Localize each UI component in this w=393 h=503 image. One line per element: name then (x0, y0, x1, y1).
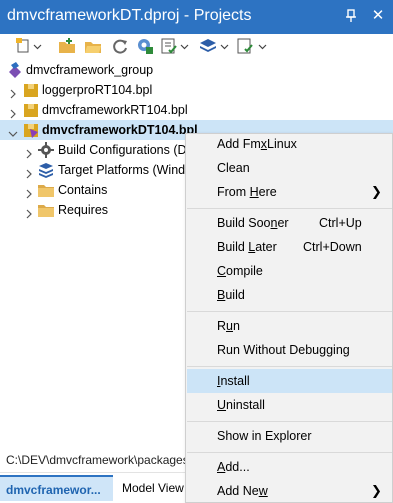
gear-icon (38, 142, 54, 158)
menu-separator (187, 208, 392, 209)
tree-item-package[interactable]: dmvcframeworkRT104.bpl (0, 100, 393, 120)
menu-item-label: Add New (217, 484, 268, 498)
checklist-icon[interactable] (160, 37, 178, 55)
submenu-arrow-icon: ❯ (371, 184, 382, 199)
menu-item-build[interactable]: Build (187, 283, 392, 307)
menu-item-label: Build (217, 288, 245, 302)
submenu-arrow-icon: ❯ (371, 483, 382, 498)
toolbar (0, 34, 393, 58)
tree-item-label: dmvcframeworkDT104.bpl (42, 123, 198, 137)
add-folder-icon[interactable] (58, 37, 76, 55)
menu-item-add-fmxlinux[interactable]: Add FmxLinux (187, 132, 392, 156)
menu-item-run-without-debugging[interactable]: Run Without Debugging (187, 338, 392, 362)
project-group-icon (7, 62, 23, 78)
menu-item-install[interactable]: Install (187, 369, 392, 393)
chevron-down-icon[interactable] (180, 40, 189, 50)
tree-item-label: Requires (58, 203, 109, 217)
window-titlebar: dmvcframeworkDT.dproj - Projects ✕ (0, 0, 393, 34)
menu-item-label: Add FmxLinux (217, 137, 297, 151)
menu-item-build-later[interactable]: Build Later Ctrl+Down (187, 235, 392, 259)
menu-item-label: Show in Explorer (217, 429, 312, 443)
sync-icon[interactable] (111, 37, 129, 55)
pin-icon[interactable] (344, 9, 358, 23)
menu-item-label: Run Without Debugging (217, 343, 350, 357)
chevron-right-icon[interactable] (24, 185, 34, 199)
tree-item-label: dmvcframework_group (26, 63, 154, 77)
folder-icon (38, 182, 54, 198)
menu-item-label: Run (217, 319, 240, 333)
folder-icon (38, 202, 54, 218)
package-icon (23, 102, 39, 118)
menu-item-compile[interactable]: Compile (187, 259, 392, 283)
menu-item-label: Clean (217, 161, 250, 175)
active-package-icon (23, 122, 39, 138)
chevron-right-icon[interactable] (8, 105, 18, 119)
tab-projects[interactable]: dmvcframewor... (0, 475, 113, 501)
tree-item-label: Contains (58, 183, 108, 197)
tree-item-label: loggerproRT104.bpl (42, 83, 153, 97)
open-folder-icon[interactable] (84, 37, 102, 55)
menu-item-label: From Here (217, 185, 277, 199)
tab-model-view[interactable]: Model View (116, 475, 190, 501)
menu-item-clean[interactable]: Clean (187, 156, 392, 180)
chevron-down-icon[interactable] (258, 40, 267, 50)
menu-item-label: Build Later (217, 240, 277, 254)
chevron-down-icon[interactable] (33, 40, 42, 50)
menu-item-show-in-explorer[interactable]: Show in Explorer (187, 424, 392, 448)
tree-item-package[interactable]: loggerproRT104.bpl (0, 80, 393, 100)
package-icon (23, 82, 39, 98)
new-item-icon[interactable] (14, 37, 32, 55)
menu-item-add[interactable]: Add... (187, 455, 392, 479)
chevron-down-icon[interactable] (220, 40, 229, 50)
menu-item-uninstall[interactable]: Uninstall (187, 393, 392, 417)
menu-item-shortcut: Ctrl+Down (303, 240, 362, 254)
menu-separator (187, 421, 392, 422)
menu-separator (187, 311, 392, 312)
tree-item-label: dmvcframeworkRT104.bpl (42, 103, 188, 117)
tree-item-group[interactable]: dmvcframework_group (0, 60, 393, 80)
layers-icon (38, 162, 54, 178)
window-title: dmvcframeworkDT.dproj - Projects (7, 7, 252, 24)
chevron-right-icon[interactable] (8, 85, 18, 99)
menu-item-label: Install (217, 374, 250, 388)
close-icon[interactable]: ✕ (371, 8, 385, 23)
menu-separator (187, 366, 392, 367)
menu-item-label: Uninstall (217, 398, 265, 412)
chevron-right-icon[interactable] (24, 145, 34, 159)
view-options-icon[interactable] (236, 37, 254, 55)
menu-item-label: Build Sooner (217, 216, 289, 230)
tree-item-label: Target Platforms (Windo (58, 163, 193, 177)
menu-separator (187, 452, 392, 453)
chevron-right-icon[interactable] (24, 165, 34, 179)
chevron-down-icon[interactable] (8, 125, 18, 137)
menu-item-shortcut: Ctrl+Up (319, 216, 362, 230)
tree-item-label: Build Configurations (De (58, 143, 194, 157)
menu-item-build-sooner[interactable]: Build Sooner Ctrl+Up (187, 211, 392, 235)
build-config-icon[interactable] (136, 37, 154, 55)
context-menu: Add FmxLinux Clean From Here ❯ Build Soo… (185, 133, 393, 503)
menu-item-label: Compile (217, 264, 263, 278)
layers-icon[interactable] (199, 37, 217, 55)
chevron-right-icon[interactable] (24, 205, 34, 219)
menu-item-from-here[interactable]: From Here ❯ (187, 180, 392, 204)
menu-item-run[interactable]: Run (187, 314, 392, 338)
menu-item-label: Add... (217, 460, 250, 474)
menu-item-add-new[interactable]: Add New ❯ (187, 479, 392, 503)
